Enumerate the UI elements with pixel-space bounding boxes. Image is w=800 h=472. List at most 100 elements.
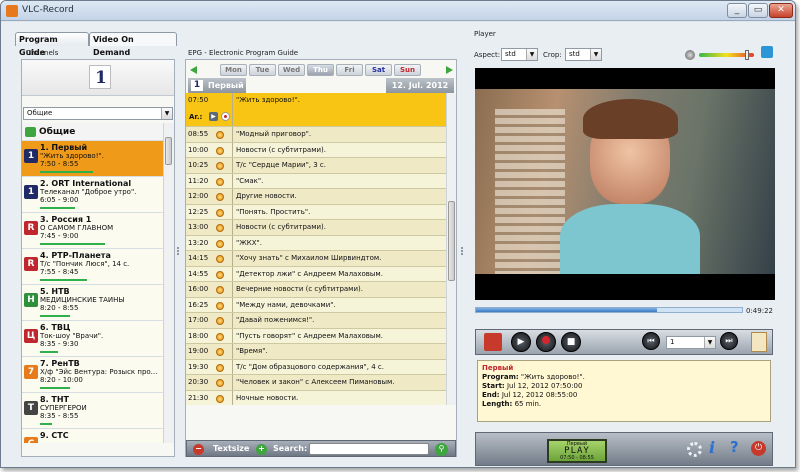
day-tab-sun[interactable]: Sun xyxy=(394,64,421,76)
video-display[interactable] xyxy=(475,68,775,300)
channel-item[interactable]: 7 7. РенТВ Х/ф "Эйс Вентура: Розыск про...… xyxy=(22,357,163,393)
epg-row[interactable]: 10:25 Т/с "Сердце Марии", 3 с. xyxy=(186,158,448,174)
help-icon[interactable]: ? xyxy=(730,438,739,456)
epg-program: Т/с "Сердце Марии", 3 с. xyxy=(236,161,326,169)
page-select[interactable]: 1 ▼ xyxy=(666,336,716,349)
search-input[interactable] xyxy=(309,443,429,455)
channel-list-scrollbar[interactable] xyxy=(163,123,174,443)
day-tab-thu[interactable]: Thu xyxy=(307,64,334,76)
channel-name: 9. СТС xyxy=(40,431,69,440)
epg-row[interactable]: 10:00 Новости (с субтитрами). xyxy=(186,142,448,158)
notes-icon[interactable] xyxy=(751,332,767,352)
volume-slider[interactable] xyxy=(699,50,754,60)
channel-logo-icon: Т xyxy=(24,401,38,415)
crop-select[interactable]: std ▼ xyxy=(565,48,602,61)
channel-group-select[interactable]: Общие ▼ xyxy=(23,107,173,120)
channel-item[interactable]: R 4. РТР-Планета Т/с "Пончик Люся", 14 с. 7… xyxy=(22,249,163,285)
seek-bar[interactable] xyxy=(475,307,743,313)
minimize-button[interactable]: _ xyxy=(727,3,747,18)
player-controls: ▶ ■ ⏮ 1 ▼ ⏭ xyxy=(475,329,773,355)
epg-row[interactable]: 20:30 "Человек и закон" с Алексеем Пимано… xyxy=(186,375,448,391)
epg-scrollbar[interactable] xyxy=(446,93,456,405)
info-icon[interactable]: i xyxy=(709,438,715,457)
epg-time: 14:15 xyxy=(188,254,209,262)
tab-video-on-demand[interactable]: Video On Demand xyxy=(89,32,177,57)
epg-row[interactable]: 19:00 "Время". xyxy=(186,344,448,360)
day-tab-tue[interactable]: Tue xyxy=(249,64,276,76)
epg-row[interactable]: 08:55 "Модный приговор". xyxy=(186,127,448,143)
channel-group-header[interactable]: Общие xyxy=(22,123,163,141)
day-tab-wed[interactable]: Wed xyxy=(278,64,305,76)
increase-textsize-button[interactable]: + xyxy=(256,444,267,455)
play-icon[interactable]: ▶ xyxy=(209,112,218,121)
settings-gear-icon[interactable] xyxy=(687,442,702,457)
epg-row[interactable]: 18:00 "Пусть говорят" с Андреем Малаховым… xyxy=(186,328,448,344)
speaker-icon[interactable] xyxy=(685,50,695,60)
record-vlc-icon[interactable] xyxy=(484,333,502,351)
epg-row[interactable]: 14:55 "Детектор лжи" с Андреем Малаховым. xyxy=(186,266,448,282)
search-icon[interactable]: ⚲ xyxy=(435,443,448,456)
info-start-label: Start: xyxy=(482,382,505,390)
channel-item[interactable]: Ц 6. ТВЦ Ток-шоу "Врачи". 8:35 - 9:30 xyxy=(22,321,163,357)
epg-program: Другие новости. xyxy=(236,192,297,200)
day-tab-mon[interactable]: Mon xyxy=(220,64,247,76)
channel-item[interactable]: Т 8. ТНТ СУПЕРГЕРОИ 8:35 - 8:55 xyxy=(22,393,163,429)
scrollbar-thumb[interactable] xyxy=(448,201,455,281)
epg-time: 20:30 xyxy=(188,378,209,386)
epg-time: 14:55 xyxy=(188,269,209,278)
day-tab-sat[interactable]: Sat xyxy=(365,64,392,76)
channel-item[interactable]: R 3. Россия 1О САМОМ ГЛАВНОМ 7:45 - 9:00 xyxy=(22,213,163,249)
play-button[interactable]: ▶ xyxy=(511,332,531,352)
epg-current-row[interactable]: 07:50 "Жить здорово!". Ar.: ▶ xyxy=(186,93,448,127)
epg-row[interactable]: 14:15 "Хочу знать" с Михаилом Ширвиндтом. xyxy=(186,251,448,267)
fullscreen-icon[interactable] xyxy=(761,46,773,58)
channel-item[interactable]: С9. СТС xyxy=(22,429,163,443)
aspect-select[interactable]: std ▼ xyxy=(501,48,538,61)
folder-icon xyxy=(25,127,36,137)
next-day-arrow-icon[interactable] xyxy=(446,66,453,74)
close-button[interactable]: ✕ xyxy=(769,3,793,18)
decrease-textsize-button[interactable]: − xyxy=(193,444,204,455)
maximize-button[interactable]: ▭ xyxy=(748,3,768,18)
clock-icon xyxy=(216,363,224,372)
epg-date: 12. Jul. 2012 xyxy=(386,78,454,93)
epg-row[interactable]: 16:25 "Между нами, девочками". xyxy=(186,297,448,313)
channels-title: Channels xyxy=(26,49,59,57)
epg-row[interactable]: 11:20 "Смак". xyxy=(186,173,448,189)
previous-button[interactable]: ⏮ xyxy=(642,332,660,350)
channel-item[interactable]: 1 1. Первый "Жить здорово!". 7:50 - 8:55 xyxy=(22,141,163,177)
power-icon[interactable]: ⏻ xyxy=(751,441,766,456)
epg-row[interactable]: 13:20 "ЖКХ". xyxy=(186,235,448,251)
volume-slider-thumb[interactable] xyxy=(744,50,749,60)
next-button[interactable]: ⏭ xyxy=(720,332,738,350)
app-icon xyxy=(6,5,18,17)
epg-row[interactable]: 12:00 Другие новости. xyxy=(186,189,448,205)
epg-row[interactable]: 21:30 Ночные новости. xyxy=(186,390,448,405)
video-frame xyxy=(475,89,775,274)
chevron-down-icon: ▼ xyxy=(704,337,715,348)
tab-program-guide[interactable]: Program Guide xyxy=(15,32,89,57)
record-icon[interactable] xyxy=(221,112,230,121)
splitter-handle[interactable] xyxy=(177,247,179,255)
epg-program: "Модный приговор". xyxy=(236,130,312,138)
epg-row[interactable]: 13:00 Новости (с субтитрами). xyxy=(186,220,448,236)
clock-icon xyxy=(216,255,224,263)
channel-item[interactable]: 1 2. ORT International Телеканал "Доброе у… xyxy=(22,177,163,213)
epg-time: 11:20 xyxy=(188,176,209,185)
day-tab-fri[interactable]: Fri xyxy=(336,64,363,76)
channel-name: 6. ТВЦ xyxy=(40,323,71,332)
channel-item[interactable]: Н 5. НТВ МЕДИЦИНСКИЕ ТАЙНЫ 8:20 - 8:55 xyxy=(22,285,163,321)
epg-row[interactable]: 12:25 "Понять. Простить". xyxy=(186,204,448,220)
stop-button[interactable]: ■ xyxy=(561,332,581,352)
record-button[interactable] xyxy=(536,332,556,352)
epg-row[interactable]: 19:30 Т/с "Дом образцового содержания", 4… xyxy=(186,359,448,375)
epg-row[interactable]: 17:00 "Давай поженимся!". xyxy=(186,313,448,329)
splitter-handle-2[interactable] xyxy=(461,247,463,255)
channel-name: 1. Первый xyxy=(40,143,88,152)
scrollbar-thumb[interactable] xyxy=(165,137,172,165)
epg-program: "ЖКХ". xyxy=(236,238,262,247)
prev-day-arrow-icon[interactable] xyxy=(190,66,197,74)
epg-row[interactable]: 16:00 Вечерние новости (с субтитрами). xyxy=(186,282,448,298)
channel-logo: 1 xyxy=(89,65,111,89)
remaining-time: 0:49:22 xyxy=(746,307,773,315)
